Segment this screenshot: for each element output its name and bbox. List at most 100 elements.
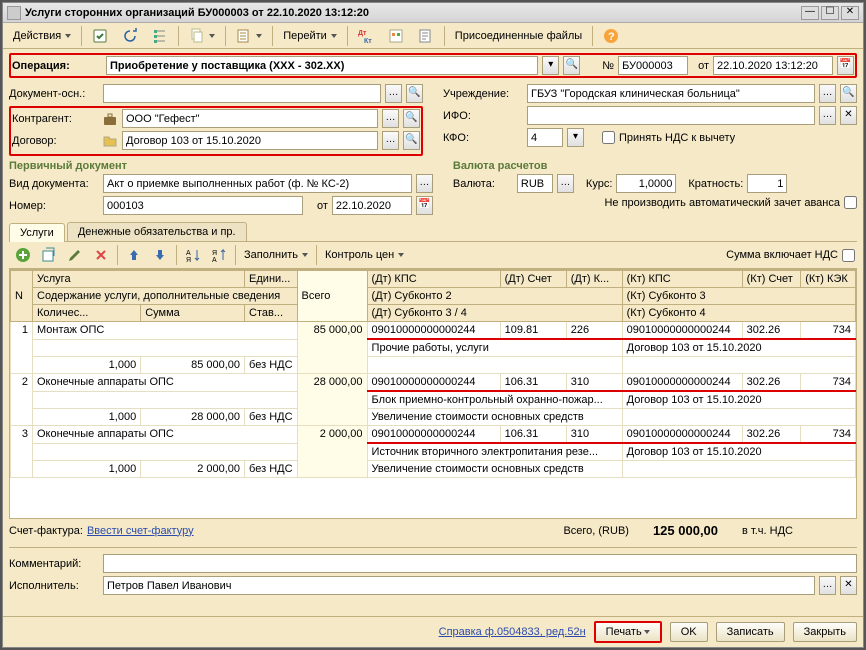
dtkt-icon[interactable]: ДтКт [352,25,380,47]
close-bottom-button[interactable]: Закрыть [793,622,857,642]
table-row[interactable]: 2 Оконечные аппараты ОПС 28 000,00 09010… [11,374,856,392]
contractor-input[interactable] [122,109,378,128]
doc-basis-input[interactable] [103,84,381,103]
ifo-input[interactable] [527,106,815,125]
maximize-button[interactable]: ☐ [821,6,839,20]
rate-label: Курс: [586,178,612,190]
ok-button[interactable]: OK [670,622,708,642]
docnum-input[interactable] [103,196,303,215]
reference-link[interactable]: Справка ф.0504833, ред.52н [439,626,586,638]
doctype-pick-button[interactable]: … [416,174,433,193]
executor-input[interactable] [103,576,815,595]
mult-input[interactable] [747,174,787,193]
add-copy-icon[interactable] [37,245,61,265]
currency-input[interactable] [517,174,553,193]
operation-search-button[interactable]: 🔍 [563,56,580,75]
delete-row-icon[interactable] [89,245,113,265]
number-input[interactable] [618,56,688,75]
contract-input[interactable] [122,131,378,150]
structure-icon[interactable] [146,25,174,47]
institution-pick-button[interactable]: … [819,84,836,103]
contract-search-button[interactable]: 🔍 [403,131,420,150]
vat-accept-checkbox[interactable] [602,131,615,144]
contract-pick-button[interactable]: … [382,131,399,150]
footer: Справка ф.0504833, ред.52н Печать OK Зап… [3,616,863,647]
executor-label: Исполнитель: [9,580,99,592]
services-grid[interactable]: N УслугаЕдини... Всего (Дт) КПС(Дт) Счет… [9,269,857,519]
contractor-pick-button[interactable]: … [382,109,399,128]
refresh-icon[interactable] [116,25,144,47]
operation-dropdown-button[interactable]: ▾ [542,56,559,75]
sort-desc-icon[interactable]: ЯA [207,245,231,265]
fill-icon[interactable] [230,25,268,47]
total-label: Всего, (RUB) [563,525,629,537]
close-button[interactable]: ✕ [841,6,859,20]
currency-label: Валюта: [453,178,513,190]
institution-input[interactable] [527,84,815,103]
move-up-icon[interactable] [122,245,146,265]
help-icon[interactable]: ? [597,25,625,47]
kfo-input[interactable] [527,128,563,147]
kfo-dropdown-button[interactable]: ▾ [567,128,584,147]
doctype-label: Вид документа: [9,178,99,190]
briefcase-icon [102,111,118,127]
date-picker-button[interactable]: 📅 [837,56,854,75]
contractor-search-button[interactable]: 🔍 [403,109,420,128]
export-icon[interactable] [382,25,410,47]
tabs: Услуги Денежные обязательства и пр. [9,222,857,242]
actions-menu[interactable]: Действия [7,27,77,45]
grid-toolbar: AЯ ЯA Заполнить Контроль цен Сумма включ… [9,242,857,269]
tab-obligations[interactable]: Денежные обязательства и пр. [67,222,247,241]
post-icon[interactable] [86,25,114,47]
app-icon [7,6,21,20]
print-button[interactable]: Печать [594,621,662,643]
sf-label: Счет-фактура: [9,525,83,537]
fill-menu[interactable]: Заполнить [240,247,312,263]
svg-text:A: A [186,250,191,257]
table-row[interactable]: 1 Монтаж ОПС 85 000,00 09010000000000244… [11,322,856,340]
rate-input[interactable] [616,174,676,193]
executor-pick-button[interactable]: … [819,576,836,595]
save-button[interactable]: Записать [716,622,785,642]
date-input[interactable] [713,56,833,75]
add-row-icon[interactable] [11,245,35,265]
report-icon[interactable] [412,25,440,47]
attached-files-menu[interactable]: Присоединенные файлы [449,27,588,45]
svg-text:Дт: Дт [358,30,367,37]
sf-link[interactable]: Ввести счет-фактуру [87,525,194,537]
vat-included-checkbox[interactable] [842,249,855,262]
docdate-input[interactable] [332,196,412,215]
docdate-picker-button[interactable]: 📅 [416,196,433,215]
no-autofset-label: Не производить автоматический зачет аван… [604,197,840,209]
minimize-button[interactable]: — [801,6,819,20]
institution-label: Учреждение: [443,88,523,100]
doc-basis-pick-button[interactable]: … [385,84,402,103]
operation-input[interactable] [106,56,538,75]
ifo-clear-button[interactable]: ✕ [840,106,857,125]
executor-clear-button[interactable]: ✕ [840,576,857,595]
doc-basis-label: Документ-осн.: [9,88,99,100]
main-toolbar: Действия Перейти ДтКт Присоединенные фай… [3,23,863,49]
primary-doc-title: Первичный документ [9,160,433,172]
move-down-icon[interactable] [148,245,172,265]
goto-menu[interactable]: Перейти [277,27,343,45]
ifo-pick-button[interactable]: … [819,106,836,125]
svg-text:Кт: Кт [364,38,372,44]
currency-pick-button[interactable]: … [557,174,574,193]
no-autofset-checkbox[interactable] [844,196,857,209]
comment-input[interactable] [103,554,857,573]
price-control-menu[interactable]: Контроль цен [321,247,408,263]
ifo-label: ИФО: [443,110,523,122]
tab-services[interactable]: Услуги [9,223,65,242]
window: Услуги сторонних организаций БУ000003 от… [2,2,864,648]
operation-row: Операция: ▾ 🔍 № от 📅 [9,53,857,78]
sort-asc-icon[interactable]: AЯ [181,245,205,265]
doctype-input[interactable] [103,174,412,193]
svg-text:?: ? [608,31,615,43]
table-row[interactable]: 3 Оконечные аппараты ОПС 2 000,00 090100… [11,426,856,444]
copy-doc-icon[interactable] [183,25,221,47]
edit-row-icon[interactable] [63,245,87,265]
comment-label: Комментарий: [9,558,99,570]
institution-search-button[interactable]: 🔍 [840,84,857,103]
doc-basis-search-button[interactable]: 🔍 [406,84,423,103]
